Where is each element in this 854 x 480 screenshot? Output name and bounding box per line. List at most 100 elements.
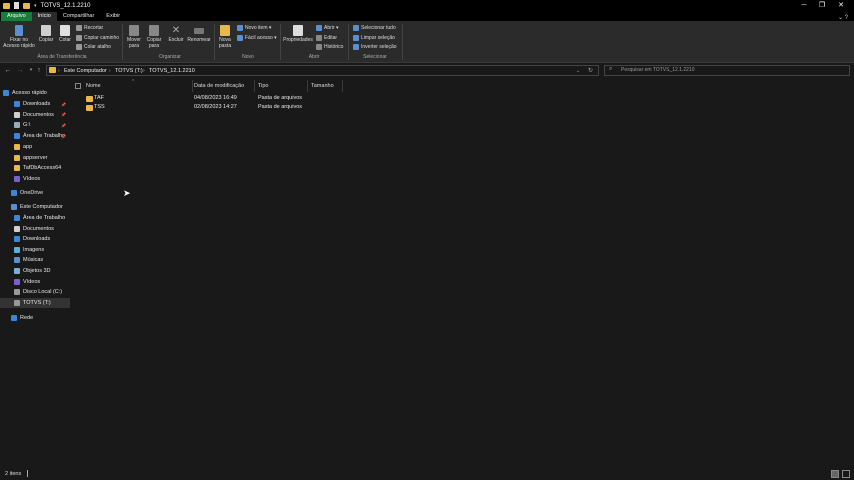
column-size[interactable]: Tamanho <box>308 80 343 92</box>
chevron-right-icon: › <box>58 68 60 74</box>
history-button[interactable]: Histórico <box>316 43 343 50</box>
select-none-button[interactable]: Limpar seleção <box>353 34 395 41</box>
delete-icon: ✕ <box>171 25 181 36</box>
properties-button[interactable]: Propriedades <box>282 25 314 44</box>
pin-icon: 📌 <box>61 112 66 118</box>
nav-icon <box>14 225 20 232</box>
properties-icon <box>293 25 303 36</box>
breadcrumb-current-folder[interactable]: TOTVS_12.1.2210 <box>149 67 195 75</box>
folder-icon <box>49 67 56 73</box>
select-all-button[interactable]: Selecionar tudo <box>353 24 396 31</box>
nav-item-3[interactable]: Área de Trabalho 📌 <box>0 131 70 141</box>
easy-access-button[interactable]: Fácil acesso ▾ <box>237 34 277 41</box>
tab-view[interactable]: Exibir <box>100 12 126 21</box>
pin-quick-access-button[interactable]: Fixar no Acesso rápido <box>2 25 36 49</box>
nav-pc-item-6[interactable]: Vídeos <box>0 277 70 287</box>
nav-pc-item-3[interactable]: Imagens <box>0 245 70 255</box>
nav-item-4[interactable]: app <box>0 142 70 152</box>
new-folder-button[interactable]: Nova pasta <box>216 25 234 49</box>
file-type: Pasta de arquivos <box>258 95 303 101</box>
status-separator <box>26 470 28 478</box>
details-view-button[interactable] <box>831 470 839 478</box>
nav-item-6[interactable]: TafDbAccess64 <box>0 163 70 173</box>
chevron-right-icon: › <box>143 68 145 74</box>
paste-shortcut-button[interactable]: Colar atalho <box>76 43 111 50</box>
nav-pc-item-2[interactable]: Downloads <box>0 234 70 244</box>
nav-this-pc[interactable]: Este Computador <box>0 202 70 212</box>
tab-home[interactable]: Início <box>31 12 57 21</box>
tab-file[interactable]: Arquivo <box>1 12 32 21</box>
help-icon[interactable]: ⌄ ? <box>838 14 848 21</box>
paste-button[interactable]: Colar <box>57 25 73 44</box>
nav-label: Área de Trabalho <box>23 215 66 221</box>
nav-label: Músicas <box>23 257 44 264</box>
copy-path-button[interactable]: Copiar caminho <box>76 34 119 41</box>
forward-button[interactable]: → <box>15 63 25 78</box>
new-folder-icon[interactable] <box>23 2 30 9</box>
nav-icon <box>14 257 20 264</box>
copy-to-button[interactable]: Copiar para <box>145 25 163 49</box>
nav-pc-item-5[interactable]: Objetos 3D <box>0 266 70 276</box>
nav-icon <box>14 122 20 129</box>
item-count: 2 itens <box>5 471 22 477</box>
search-input[interactable]: Pesquisar em TOTVS_12.1.2210 <box>604 65 850 76</box>
nav-pc-item-7[interactable]: Disco Local (C:) <box>0 287 70 297</box>
breadcrumb-totvs-drive[interactable]: TOTVS (T:) <box>115 67 143 75</box>
nav-pc-item-8[interactable]: TOTVS (T:) <box>0 297 70 308</box>
file-row[interactable]: TAF 04/08/2023 16:49 Pasta de arquivos <box>72 94 352 103</box>
file-name: TAF <box>94 95 104 101</box>
nav-item-2[interactable]: G:\ 📌 <box>0 120 70 130</box>
nav-pc-item-0[interactable]: Área de Trabalho <box>0 213 70 223</box>
nav-onedrive[interactable]: OneDrive <box>0 188 70 198</box>
maximize-button[interactable]: ❐ <box>812 0 832 11</box>
mouse-cursor-icon: ➤ <box>123 188 131 198</box>
refresh-icon[interactable]: ↻ <box>588 67 593 75</box>
properties-icon[interactable] <box>14 2 19 9</box>
nav-label: Rede <box>20 315 34 321</box>
pin-icon: 📌 <box>61 133 66 139</box>
large-icons-view-button[interactable] <box>842 470 850 478</box>
nav-pc-item-4[interactable]: Músicas <box>0 255 70 265</box>
group-label-open: Abrir <box>308 54 320 60</box>
select-none-icon <box>353 34 359 41</box>
nav-network[interactable]: Rede <box>0 313 70 323</box>
copy-button[interactable]: Copiar <box>37 25 55 44</box>
file-row[interactable]: TSS 02/08/2023 14:27 Pasta de arquivos <box>72 103 352 112</box>
nav-icon <box>11 190 17 196</box>
star-icon <box>3 90 9 96</box>
ribbon-separator <box>348 24 349 60</box>
customize-quick-access-icon[interactable]: ▾ <box>34 3 37 9</box>
new-item-button[interactable]: Novo item ▾ <box>237 24 271 31</box>
open-button[interactable]: Abrir ▾ <box>316 24 338 31</box>
column-type[interactable]: Tipo <box>255 80 308 92</box>
nav-item-1[interactable]: Documentos 📌 <box>0 110 70 120</box>
nav-icon <box>14 165 20 172</box>
nav-item-7[interactable]: Vídeos <box>0 174 70 184</box>
nav-pc-item-1[interactable]: Documentos <box>0 224 70 234</box>
invert-selection-button[interactable]: Inverter seleção <box>353 43 397 50</box>
search-icon: ⌕ <box>609 66 613 72</box>
move-to-button[interactable]: Mover para <box>125 25 143 49</box>
tab-share[interactable]: Compartilhar <box>57 12 100 21</box>
column-date[interactable]: Data de modificação <box>191 80 255 92</box>
nav-item-0[interactable]: Downloads 📌 <box>0 99 70 109</box>
cut-button[interactable]: Recortar <box>76 24 103 31</box>
close-button[interactable]: ✕ <box>831 0 851 11</box>
ribbon-separator <box>280 24 281 60</box>
invert-selection-icon <box>353 43 359 50</box>
address-dropdown-icon[interactable]: ⌄ <box>576 67 580 75</box>
column-name[interactable]: Nome <box>83 80 193 92</box>
breadcrumb-this-pc[interactable]: Este Computador <box>64 67 107 75</box>
select-all-checkbox[interactable] <box>75 83 81 89</box>
back-button[interactable]: ← <box>3 63 13 78</box>
file-type: Pasta de arquivos <box>258 104 303 110</box>
rename-button[interactable]: Renomear <box>186 25 212 44</box>
nav-label: OneDrive <box>20 190 44 196</box>
edit-button[interactable]: Editar <box>316 34 337 41</box>
quick-access[interactable]: Acesso rápido <box>0 88 70 98</box>
nav-label: G:\ <box>23 122 31 129</box>
nav-item-5[interactable]: appserver <box>0 153 70 163</box>
delete-button[interactable]: ✕ Excluir <box>167 25 185 44</box>
up-button[interactable]: ↑ <box>34 63 44 78</box>
minimize-button[interactable]: ─ <box>794 0 814 11</box>
